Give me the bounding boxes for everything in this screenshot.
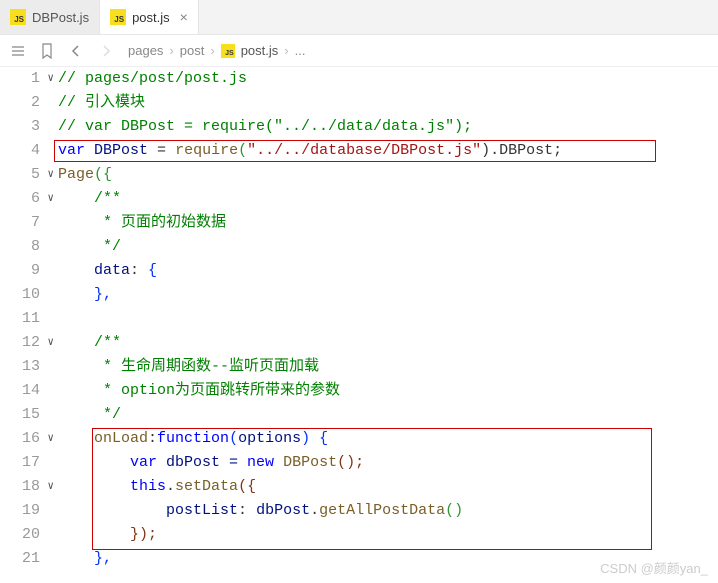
code-line: }, xyxy=(58,283,718,307)
js-file-icon: JS xyxy=(10,9,26,25)
tab-post[interactable]: JS post.js × xyxy=(100,0,199,34)
code-line: * option为页面跳转所带来的参数 xyxy=(58,379,718,403)
code-line: */ xyxy=(58,403,718,427)
close-icon[interactable]: × xyxy=(180,9,188,25)
code-line: // var DBPost = require("../../data/data… xyxy=(58,115,718,139)
code-line: // 引入模块 xyxy=(58,91,718,115)
breadcrumb-ellipsis[interactable]: ... xyxy=(295,43,306,58)
js-file-icon: JS xyxy=(221,44,235,58)
line-gutter: 1∨ 2 3 4 5∨ 6∨ 7 8 9 10 11 12∨ 13 14 15 … xyxy=(0,67,58,571)
code-line: var dbPost = new DBPost(); xyxy=(58,451,718,475)
code-line: Page({ xyxy=(58,163,718,187)
code-line: this.setData({ xyxy=(58,475,718,499)
toolbar: pages › post › JS post.js › ... xyxy=(0,35,718,67)
code-line: onLoad:function(options) { xyxy=(58,427,718,451)
code-line: var DBPost = require("../../database/DBP… xyxy=(58,139,718,163)
chevron-right-icon: › xyxy=(284,43,288,58)
tab-label: DBPost.js xyxy=(32,10,89,25)
code-editor[interactable]: 1∨ 2 3 4 5∨ 6∨ 7 8 9 10 11 12∨ 13 14 15 … xyxy=(0,67,718,571)
fold-icon[interactable]: ∨ xyxy=(47,67,54,91)
fold-icon[interactable]: ∨ xyxy=(47,475,54,499)
js-file-icon: JS xyxy=(110,9,126,25)
code-line: * 生命周期函数--监听页面加载 xyxy=(58,355,718,379)
tab-bar: JS DBPost.js JS post.js × xyxy=(0,0,718,35)
tab-dbpost[interactable]: JS DBPost.js xyxy=(0,0,100,34)
code-line: }); xyxy=(58,523,718,547)
breadcrumb-seg[interactable]: post xyxy=(180,43,205,58)
code-line: /** xyxy=(58,187,718,211)
code-line: postList: dbPost.getAllPostData() xyxy=(58,499,718,523)
code-line: /** xyxy=(58,331,718,355)
breadcrumb-seg[interactable]: pages xyxy=(128,43,163,58)
forward-icon[interactable] xyxy=(98,43,114,59)
code-content[interactable]: // pages/post/post.js // 引入模块 // var DBP… xyxy=(58,67,718,571)
fold-icon[interactable]: ∨ xyxy=(47,163,54,187)
menu-icon[interactable] xyxy=(10,43,26,59)
code-line: * 页面的初始数据 xyxy=(58,211,718,235)
code-line: // pages/post/post.js xyxy=(58,67,718,91)
breadcrumb: pages › post › JS post.js › ... xyxy=(128,43,305,58)
tab-label: post.js xyxy=(132,10,170,25)
back-icon[interactable] xyxy=(68,43,84,59)
chevron-right-icon: › xyxy=(210,43,214,58)
fold-icon[interactable]: ∨ xyxy=(47,187,54,211)
watermark: CSDN @颜颜yan_ xyxy=(600,558,708,577)
fold-icon[interactable]: ∨ xyxy=(47,427,54,451)
chevron-right-icon: › xyxy=(169,43,173,58)
code-line xyxy=(58,307,718,331)
breadcrumb-seg[interactable]: post.js xyxy=(241,43,279,58)
code-line: data: { xyxy=(58,259,718,283)
code-line: */ xyxy=(58,235,718,259)
bookmark-icon[interactable] xyxy=(40,43,54,59)
fold-icon[interactable]: ∨ xyxy=(47,331,54,355)
